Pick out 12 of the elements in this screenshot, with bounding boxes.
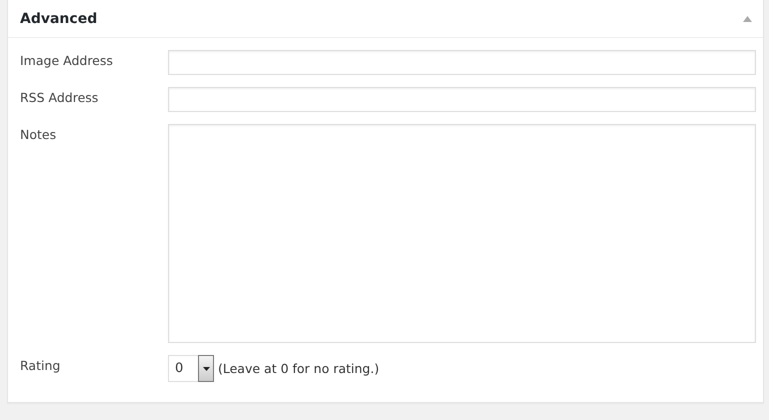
input-field[interactable] xyxy=(168,87,756,112)
input-field[interactable] xyxy=(168,50,756,75)
dropdown-caret-icon xyxy=(202,366,210,370)
field-label: Rating xyxy=(20,357,62,373)
panel-title: Advanced xyxy=(20,10,98,26)
collapse-toggle-icon[interactable] xyxy=(743,16,752,22)
hint-text: (Leave at 0 for no rating.) xyxy=(218,361,380,376)
textarea-field[interactable] xyxy=(168,124,756,343)
field-label: Notes xyxy=(20,126,58,142)
field-label: Image Address xyxy=(20,52,114,68)
field-label: RSS Address xyxy=(20,89,100,105)
select-field[interactable]: 0 xyxy=(168,355,214,382)
